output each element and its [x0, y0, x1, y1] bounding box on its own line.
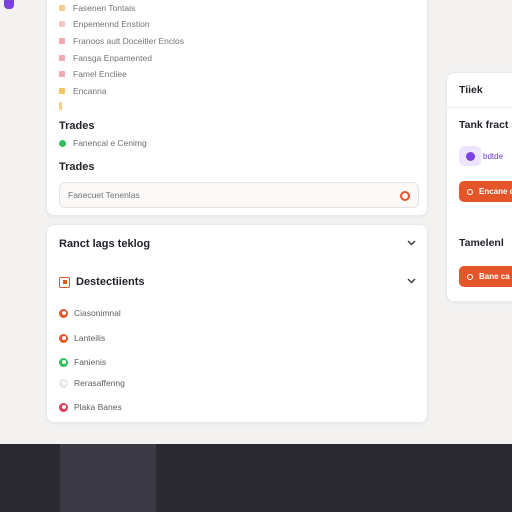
legend-swatch-icon — [59, 71, 65, 77]
radio-icon — [59, 333, 68, 343]
option-label: Plaka Banes — [74, 402, 122, 412]
legend-label: Famel Encliee — [73, 69, 127, 79]
section-title: Trades — [59, 120, 95, 132]
radio-icon — [59, 378, 68, 388]
circle-icon — [467, 188, 473, 195]
legend-item[interactable]: Franoos ault Doceitler Enclos — [59, 35, 184, 47]
legend-item[interactable]: Fasenen Tontais — [59, 2, 135, 14]
option-item[interactable]: Rerasaffenng — [59, 377, 125, 389]
collapsible-header[interactable]: Ranct lags teklog — [59, 238, 416, 250]
legend-swatch-icon — [59, 5, 65, 11]
footer-panel — [60, 444, 156, 512]
option-label: Lanteilis — [74, 333, 106, 343]
radio-icon — [59, 308, 68, 318]
card-title: Ranct lags teklog — [59, 238, 151, 250]
panel-header: Tiiek — [459, 84, 483, 96]
option-item[interactable]: Lanteilis — [59, 332, 105, 344]
legend-swatch-icon — [59, 55, 65, 61]
option-item[interactable]: Fanienis — [59, 356, 106, 368]
option-item[interactable]: Plaka Banes — [59, 401, 122, 413]
option-label: Ciasonimnal — [74, 308, 121, 318]
legend-swatch-icon — [59, 88, 65, 94]
record-icon[interactable] — [400, 191, 410, 201]
task-panel: Tiiek Tank fract bdtde Encane c Tamelenl… — [446, 72, 512, 302]
legend-item[interactable]: Famel Encliee — [59, 68, 127, 80]
avatar — [459, 146, 481, 166]
section-title: Trades — [59, 161, 95, 173]
chip-text[interactable]: bdtde — [483, 152, 503, 161]
radio-icon — [59, 357, 68, 367]
radio-icon — [59, 402, 68, 412]
legend-swatch-icon — [59, 38, 65, 44]
app-corner-icon — [4, 0, 14, 9]
panel-section-title: Tank fract — [459, 119, 509, 131]
option-item[interactable]: Ciasonimnal — [59, 307, 121, 319]
divider — [447, 107, 512, 108]
search-input[interactable] — [68, 190, 368, 200]
panel-section-title: Tamelenl — [459, 237, 504, 249]
user-icon — [465, 151, 475, 161]
legend-swatch-icon — [59, 21, 65, 27]
legend-item[interactable]: Encanna — [59, 85, 107, 97]
search-box[interactable] — [59, 182, 419, 208]
option-label: Fanienis — [74, 357, 107, 367]
legend-label: Encanna — [73, 86, 107, 96]
action-button-label: Encane c — [479, 187, 512, 196]
action-button[interactable]: Bane ca — [459, 266, 512, 287]
action-button[interactable]: Encane c — [459, 181, 512, 202]
filters-card: Fasenen Tontais Enpemennd Enstion Franoo… — [46, 0, 428, 216]
legend-label: Enpemennd Enstion — [73, 19, 150, 29]
legend-label: Fansga Enpamented — [73, 53, 152, 63]
tracking-card: Ranct lags teklog Destectiients Ciasonim… — [46, 224, 428, 423]
checkbox-icon[interactable] — [59, 276, 70, 288]
action-button-label: Bane ca — [479, 272, 510, 281]
collapsible-header[interactable]: Destectiients — [59, 276, 416, 288]
status-dot-icon — [59, 139, 66, 147]
legend-label: Fasenen Tontais — [73, 3, 136, 13]
legend-item[interactable]: Fansga Enpamented — [59, 52, 152, 64]
trades-item-label: Fanencal e Cenimg — [73, 138, 147, 148]
chevron-down-icon[interactable] — [407, 240, 416, 248]
legend-item[interactable]: Enpemennd Enstion — [59, 18, 150, 30]
option-label: Rerasaffenng — [74, 378, 125, 388]
legend-item[interactable] — [59, 100, 70, 112]
trades-item[interactable]: Fanencal e Cenimg — [59, 138, 147, 148]
legend-swatch-icon — [59, 102, 62, 110]
subsection-title: Destectiients — [76, 276, 145, 288]
legend-label: Franoos ault Doceitler Enclos — [73, 36, 185, 46]
circle-icon — [467, 273, 473, 280]
chevron-down-icon[interactable] — [407, 278, 416, 286]
